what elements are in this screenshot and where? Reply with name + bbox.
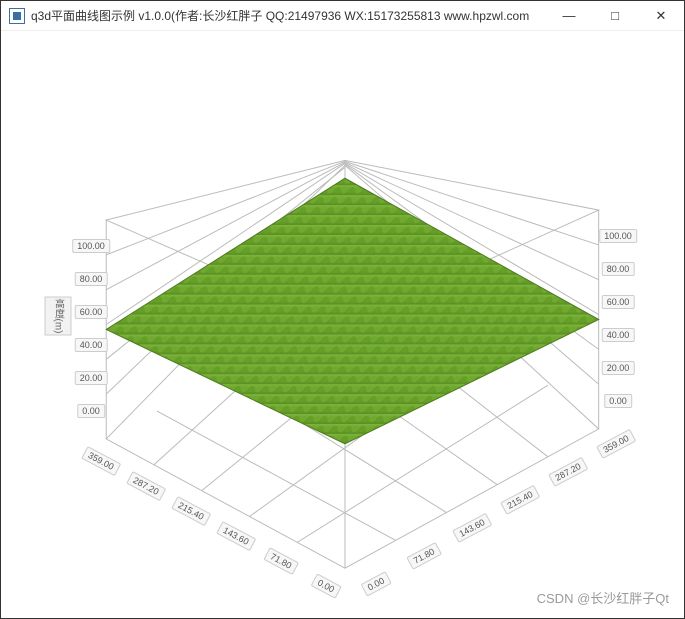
z-axis-tick: 40.00 — [75, 338, 108, 352]
window-controls: — □ ✕ — [546, 1, 684, 30]
z-axis-right-tick: 20.00 — [602, 361, 635, 375]
z-axis-label: 高度(m) — [45, 297, 72, 336]
z-axis-tick: 60.00 — [75, 305, 108, 319]
app-icon — [9, 8, 25, 24]
z-axis-right-tick: 100.00 — [599, 229, 637, 243]
minimize-button[interactable]: — — [546, 1, 592, 30]
z-axis-tick: 100.00 — [72, 239, 110, 253]
z-axis-tick: 80.00 — [75, 272, 108, 286]
z-axis-tick: 20.00 — [75, 371, 108, 385]
z-axis-right-tick: 80.00 — [602, 262, 635, 276]
watermark: CSDN @长沙红胖子Qt — [537, 588, 669, 607]
z-axis-tick: 0.00 — [77, 404, 105, 418]
chart-viewport[interactable]: 0.00 20.00 40.00 60.00 80.00 100.00 高度(m… — [6, 36, 679, 613]
z-axis-right-tick: 40.00 — [602, 328, 635, 342]
close-button[interactable]: ✕ — [638, 1, 684, 30]
surface-3d — [6, 36, 679, 613]
title-bar: q3d平面曲线图示例 v1.0.0(作者:长沙红胖子 QQ:21497936 W… — [1, 1, 684, 31]
z-axis-right-tick: 60.00 — [602, 295, 635, 309]
maximize-button[interactable]: □ — [592, 1, 638, 30]
z-axis-right-tick: 0.00 — [604, 394, 632, 408]
window-title: q3d平面曲线图示例 v1.0.0(作者:长沙红胖子 QQ:21497936 W… — [31, 7, 546, 24]
